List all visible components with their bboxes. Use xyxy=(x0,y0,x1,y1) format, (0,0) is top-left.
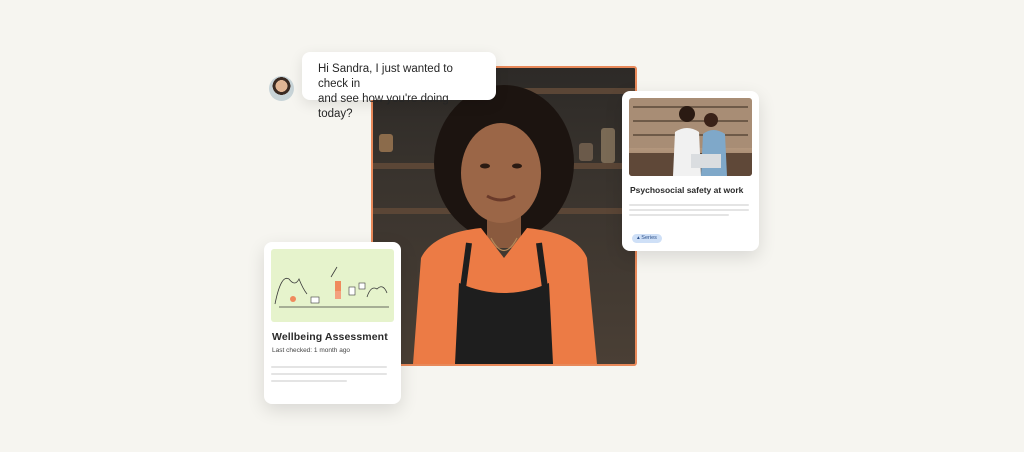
placeholder-line xyxy=(629,214,729,216)
assessment-card-title: Wellbeing Assessment xyxy=(272,331,388,343)
chat-message-line: Hi Sandra, I just wanted to check in xyxy=(318,63,453,90)
last-checked-label: Last checked: 1 month ago xyxy=(272,347,351,354)
chat-message-line: and see how you're doing today? xyxy=(318,93,449,120)
series-card-image xyxy=(629,98,752,176)
series-badge-label: Series xyxy=(641,235,657,241)
books-icon: ▴ xyxy=(637,235,640,241)
series-badge: ▴ Series xyxy=(632,234,662,243)
chat-message-bubble: Hi Sandra, I just wanted to check in and… xyxy=(302,52,496,120)
avatar xyxy=(269,76,294,101)
assessment-card[interactable]: Wellbeing Assessment Last checked: 1 mon… xyxy=(264,242,401,404)
placeholder-line xyxy=(629,209,749,211)
assessment-illustration xyxy=(271,249,394,322)
series-card[interactable]: Psychosocial safety at work ▴ Series xyxy=(622,91,759,251)
placeholder-line xyxy=(271,373,387,375)
placeholder-line xyxy=(271,380,347,382)
placeholder-line xyxy=(629,204,749,206)
placeholder-line xyxy=(271,366,387,368)
series-card-title: Psychosocial safety at work xyxy=(630,185,744,195)
